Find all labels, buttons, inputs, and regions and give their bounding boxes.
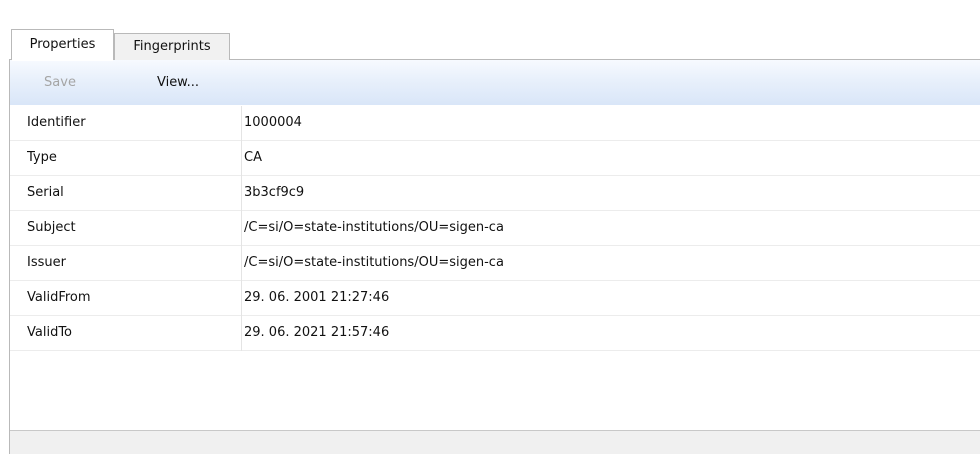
property-name: ValidTo [27, 325, 73, 340]
tab-fingerprints[interactable]: Fingerprints [114, 33, 230, 60]
property-value: 29. 06. 2001 21:27:46 [244, 290, 390, 305]
property-name: Serial [27, 185, 64, 200]
property-value: /C=si/O=state-institutions/OU=sigen-ca [244, 255, 504, 270]
property-row-subject[interactable]: Subject /C=si/O=state-institutions/OU=si… [10, 211, 980, 246]
tab-properties[interactable]: Properties [11, 29, 114, 61]
column-divider [241, 246, 242, 281]
property-value: 1000004 [244, 115, 302, 130]
property-name: Issuer [27, 255, 66, 270]
property-row-validfrom[interactable]: ValidFrom 29. 06. 2001 21:27:46 [10, 281, 980, 316]
column-divider [241, 141, 242, 176]
property-name: ValidFrom [27, 290, 91, 305]
view-button[interactable]: View... [143, 60, 213, 105]
property-row-validto[interactable]: ValidTo 29. 06. 2021 21:57:46 [10, 316, 980, 351]
property-row-identifier[interactable]: Identifier 1000004 [10, 106, 980, 141]
properties-table: Identifier 1000004 Type CA Serial 3b3cf9… [10, 106, 980, 351]
property-name: Type [27, 150, 57, 165]
properties-toolbar: Save View... [10, 60, 980, 105]
status-bar [10, 430, 980, 454]
property-row-type[interactable]: Type CA [10, 141, 980, 176]
save-button[interactable]: Save [34, 60, 86, 105]
property-name: Identifier [27, 115, 86, 130]
certificate-properties-window: Properties Fingerprints Save View... Ide… [0, 0, 980, 454]
tab-bar: Properties Fingerprints [0, 29, 980, 61]
column-divider [241, 211, 242, 246]
property-name: Subject [27, 220, 76, 235]
column-divider [241, 176, 242, 211]
property-value: CA [244, 150, 262, 165]
column-divider [241, 281, 242, 316]
property-value: 29. 06. 2021 21:57:46 [244, 325, 390, 340]
property-value: 3b3cf9c9 [244, 185, 305, 200]
property-row-issuer[interactable]: Issuer /C=si/O=state-institutions/OU=sig… [10, 246, 980, 281]
properties-panel: Save View... Identifier 1000004 Type CA … [9, 60, 980, 454]
column-divider [241, 106, 242, 141]
column-divider [241, 316, 242, 351]
property-value: /C=si/O=state-institutions/OU=sigen-ca [244, 220, 504, 235]
property-row-serial[interactable]: Serial 3b3cf9c9 [10, 176, 980, 211]
